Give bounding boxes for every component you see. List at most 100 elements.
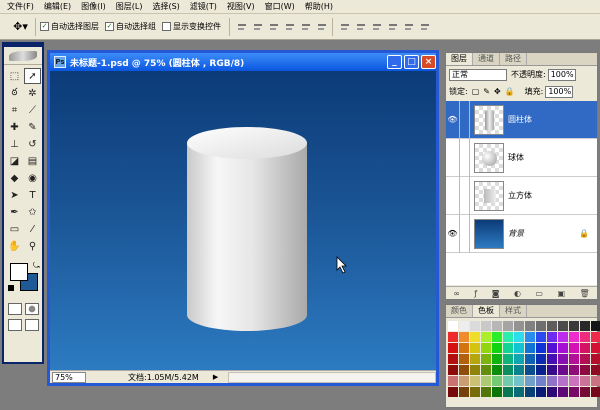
minimize-button[interactable]: _	[387, 55, 402, 69]
color-swatch[interactable]	[470, 321, 480, 331]
color-swatch[interactable]	[525, 343, 535, 353]
color-swatch[interactable]	[481, 354, 491, 364]
lock-image-icon[interactable]: ✎	[483, 87, 490, 96]
color-swatch[interactable]	[503, 343, 513, 353]
color-swatch[interactable]	[459, 343, 469, 353]
delete-layer-icon[interactable]: 🗑	[580, 289, 590, 298]
color-swatch[interactable]	[580, 365, 590, 375]
color-swatch[interactable]	[492, 321, 502, 331]
dodge-tool-icon[interactable]: ◉	[24, 170, 41, 186]
color-swatch[interactable]	[514, 343, 524, 353]
color-swatch[interactable]	[525, 376, 535, 386]
color-swatch[interactable]	[580, 343, 590, 353]
layer-row-cube[interactable]: 立方体	[446, 176, 597, 215]
color-swatch[interactable]	[580, 321, 590, 331]
layer-link-slot[interactable]	[460, 100, 470, 139]
color-swatch[interactable]	[503, 354, 513, 364]
horizontal-scrollbar[interactable]	[228, 371, 436, 383]
lock-position-icon[interactable]: ✥	[494, 87, 501, 96]
color-swatch[interactable]	[569, 387, 579, 397]
color-swatch[interactable]	[481, 387, 491, 397]
menu-window[interactable]: 窗口(W)	[260, 0, 300, 14]
color-swatch[interactable]	[492, 354, 502, 364]
pen-tool-icon[interactable]: ✒	[6, 204, 23, 220]
color-swatch[interactable]	[569, 376, 579, 386]
color-swatch[interactable]	[481, 343, 491, 353]
color-swatch[interactable]	[569, 365, 579, 375]
color-swatch[interactable]	[459, 321, 469, 331]
color-swatch[interactable]	[525, 321, 535, 331]
swap-colors-icon[interactable]: ⤿	[33, 261, 40, 271]
screen-mode-icon[interactable]	[7, 319, 22, 331]
color-swatch[interactable]	[503, 387, 513, 397]
color-swatch[interactable]	[580, 387, 590, 397]
color-swatch[interactable]	[558, 365, 568, 375]
notes-tool-icon[interactable]: ▭	[6, 221, 23, 237]
color-swatch[interactable]	[481, 332, 491, 342]
color-swatch[interactable]	[459, 376, 469, 386]
auto-select-layer-checkbox[interactable]: ✓ 自动选择图层	[40, 21, 99, 32]
distribute-left-icon[interactable]	[387, 21, 399, 33]
default-colors-icon[interactable]	[8, 285, 14, 291]
color-swatch[interactable]	[558, 332, 568, 342]
color-swatch[interactable]	[547, 332, 557, 342]
auto-select-group-checkbox[interactable]: ✓ 自动选择组	[105, 21, 156, 32]
color-swatch[interactable]	[470, 354, 480, 364]
menu-select[interactable]: 选择(S)	[147, 0, 184, 14]
align-top-icon[interactable]	[236, 21, 248, 33]
color-swatch[interactable]	[547, 376, 557, 386]
color-swatch[interactable]	[591, 321, 600, 331]
color-swatch[interactable]	[558, 321, 568, 331]
distribute-top-icon[interactable]	[339, 21, 351, 33]
history-brush-tool-icon[interactable]: ↺	[24, 136, 41, 152]
eyedropper-tool-icon[interactable]: ⁄	[24, 221, 41, 237]
tab-layers[interactable]: 图层	[446, 53, 473, 65]
tab-channels[interactable]: 通道	[473, 53, 500, 65]
maximize-button[interactable]: □	[404, 55, 419, 69]
color-swatch[interactable]	[558, 387, 568, 397]
clone-stamp-tool-icon[interactable]: ⊥	[6, 136, 23, 152]
fill-field[interactable]: 100%	[545, 85, 574, 98]
align-hcenter-icon[interactable]	[300, 21, 312, 33]
align-left-icon[interactable]	[284, 21, 296, 33]
color-swatch[interactable]	[503, 376, 513, 386]
blur-tool-icon[interactable]: ◆	[6, 170, 23, 186]
color-swatch[interactable]	[591, 365, 600, 375]
color-swatch[interactable]	[481, 376, 491, 386]
menu-file[interactable]: 文件(F)	[2, 0, 39, 14]
marquee-tool-icon[interactable]: ⬚	[6, 68, 23, 84]
shape-tool-icon[interactable]: ✩	[24, 204, 41, 220]
show-transform-checkbox[interactable]: 显示变换控件	[162, 21, 221, 32]
color-swatch[interactable]	[470, 365, 480, 375]
color-swatch[interactable]	[492, 332, 502, 342]
color-swatch[interactable]	[547, 387, 557, 397]
color-swatch[interactable]	[448, 343, 458, 353]
color-swatch[interactable]	[591, 354, 600, 364]
visibility-eye-off-icon[interactable]	[446, 138, 460, 177]
color-swatch[interactable]	[591, 332, 600, 342]
color-swatch[interactable]	[514, 321, 524, 331]
color-swatch[interactable]	[514, 376, 524, 386]
distribute-right-icon[interactable]	[419, 21, 431, 33]
lasso-tool-icon[interactable]: ఠ	[6, 85, 23, 101]
color-swatch[interactable]	[448, 354, 458, 364]
color-swatch[interactable]	[536, 343, 546, 353]
visibility-eye-icon[interactable]: 👁	[446, 214, 460, 253]
color-swatch[interactable]	[558, 354, 568, 364]
layer-style-icon[interactable]: ƒ	[474, 289, 477, 298]
document-titlebar[interactable]: Ps 未标题-1.psd @ 75% (圆柱体 , RGB/8) _ □ ×	[50, 53, 436, 71]
close-button[interactable]: ×	[421, 55, 436, 69]
color-swatch[interactable]	[470, 376, 480, 386]
color-swatch[interactable]	[547, 343, 557, 353]
color-swatch[interactable]	[591, 376, 600, 386]
opacity-field[interactable]: 100%	[547, 68, 576, 81]
menu-layer[interactable]: 图层(L)	[111, 0, 148, 14]
menu-edit[interactable]: 编辑(E)	[39, 0, 76, 14]
canvas[interactable]	[50, 71, 436, 373]
distribute-bottom-icon[interactable]	[371, 21, 383, 33]
foreground-color-swatch[interactable]	[10, 263, 28, 281]
layer-row-cylinder[interactable]: 👁 圆柱体	[446, 100, 597, 139]
visibility-eye-icon[interactable]: 👁	[446, 100, 460, 139]
slice-tool-icon[interactable]: ⟋	[24, 102, 41, 118]
color-swatch[interactable]	[514, 387, 524, 397]
